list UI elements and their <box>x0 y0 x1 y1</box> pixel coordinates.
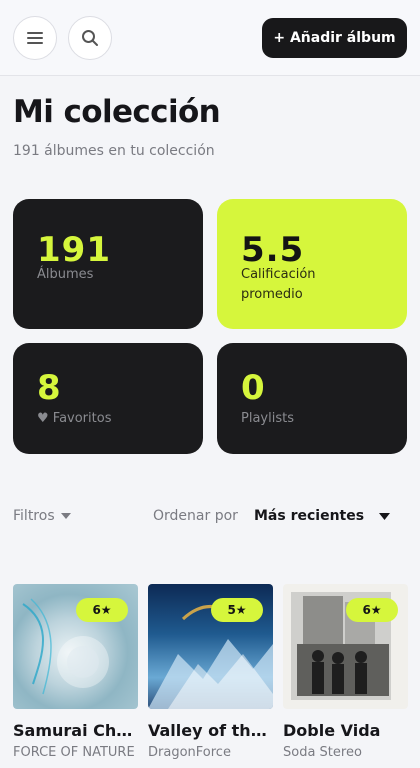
stat-card-playlists[interactable]: 0 Playlists <box>217 343 407 454</box>
album-artist: DragonForce <box>148 745 231 760</box>
album-card[interactable]: 5★ Valley of the Damned DragonForce <box>148 584 276 760</box>
caret-down-icon <box>60 512 71 519</box>
stat-label: Calificación promedio <box>241 267 316 302</box>
stat-value: 5.5 <box>241 230 305 270</box>
top-bar: + Añadir álbum <box>0 0 420 76</box>
rating-badge: 6★ <box>76 598 128 622</box>
filter-sort-bar: Filtros Ordenar por Más recientes <box>0 508 420 530</box>
search-button[interactable] <box>68 16 112 60</box>
album-cover[interactable]: 6★ <box>283 584 408 709</box>
stat-value: 8 <box>37 368 62 408</box>
add-album-label: + Añadir álbum <box>273 30 396 46</box>
stat-card-albums[interactable]: 191 Álbumes <box>13 199 203 329</box>
album-artist: FORCE OF NATURE <box>13 745 135 760</box>
album-cover[interactable]: 6★ <box>13 584 138 709</box>
album-card[interactable]: 6★ Samurai Champloo FORCE OF NATURE <box>13 584 141 760</box>
search-icon <box>82 30 98 46</box>
stat-card-rating[interactable]: 5.5 Calificación promedio <box>217 199 407 329</box>
rating-badge: 5★ <box>211 598 263 622</box>
album-artist: Soda Stereo <box>283 745 362 760</box>
stat-value: 0 <box>241 368 266 408</box>
album-title[interactable]: Samurai Champloo <box>13 721 141 740</box>
menu-button[interactable] <box>13 16 57 60</box>
album-title[interactable]: Valley of the Damned <box>148 721 276 740</box>
sort-label: Ordenar por <box>153 508 238 524</box>
filters-dropdown[interactable]: Filtros <box>13 508 71 524</box>
stat-label: Playlists <box>241 411 294 426</box>
stat-label: ♥ Favoritos <box>37 411 112 426</box>
add-album-button[interactable]: + Añadir álbum <box>262 18 407 58</box>
album-cover[interactable]: 5★ <box>148 584 273 709</box>
album-card[interactable]: 6★ Doble Vida Soda Stereo <box>283 584 408 760</box>
menu-icon <box>27 32 43 44</box>
filters-label: Filtros <box>13 508 55 524</box>
album-title[interactable]: Doble Vida <box>283 721 411 740</box>
sort-select[interactable]: Más recientes <box>254 508 364 524</box>
rating-badge: 6★ <box>346 598 398 622</box>
caret-down-icon[interactable] <box>379 513 390 521</box>
stat-label: Álbumes <box>37 267 94 282</box>
stat-value: 191 <box>37 230 111 270</box>
stat-card-favorites[interactable]: 8 ♥ Favoritos <box>13 343 203 454</box>
page-title: Mi colección <box>13 94 221 130</box>
page-subtitle: 191 álbumes en tu colección <box>13 143 215 159</box>
